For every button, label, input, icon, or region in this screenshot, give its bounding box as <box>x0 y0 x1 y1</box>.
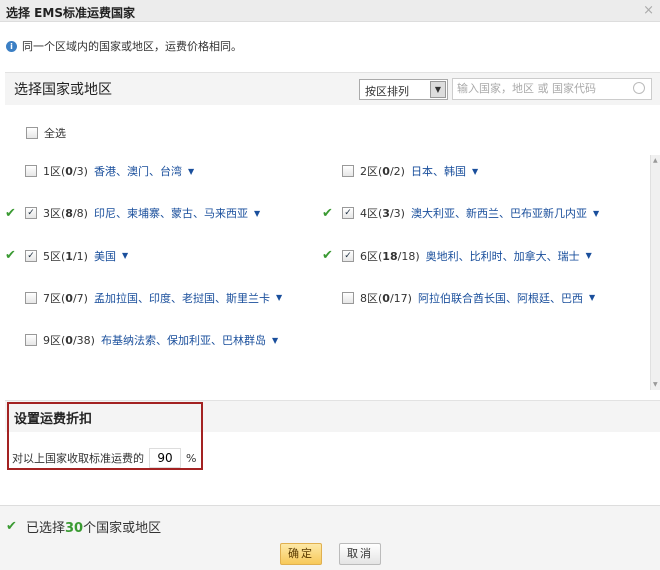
discount-unit: % <box>186 451 197 465</box>
caret-down-icon[interactable]: ▼ <box>472 167 478 176</box>
zone-label: 9区(0/38) <box>43 334 95 348</box>
check-icon: ✔ <box>5 248 16 264</box>
zone-countries-link[interactable]: 阿拉伯联合酋长国、阿根廷、巴西 <box>418 290 583 306</box>
zone-item: 1区(0/3) 香港、澳门、台湾 ▼ <box>5 163 194 179</box>
caret-down-icon[interactable]: ▼ <box>272 336 278 345</box>
zone-checkbox[interactable]: ✓ <box>342 249 354 262</box>
zone-label: 7区(0/7) <box>43 291 88 305</box>
zone-checkbox[interactable] <box>25 334 37 347</box>
caret-down-icon[interactable]: ▼ <box>122 251 128 260</box>
zone-countries-link[interactable]: 香港、澳门、台湾 <box>94 163 182 179</box>
zone-countries-link[interactable]: 澳大利亚、新西兰、巴布亚新几内亚 <box>411 205 587 221</box>
zone-label: 5区(1/1) <box>43 249 88 263</box>
select-all-label: 全选 <box>44 127 66 140</box>
info-text: 同一个区域内的国家或地区，运费价格相同。 <box>22 40 242 53</box>
section-title: 选择国家或地区 <box>14 82 112 98</box>
caret-down-icon[interactable]: ▼ <box>276 293 282 302</box>
scroll-down-icon[interactable]: ▼ <box>653 381 658 388</box>
zone-countries-link[interactable]: 布基纳法索、保加利亚、巴林群岛 <box>101 332 266 348</box>
zone-checkbox[interactable] <box>342 165 354 177</box>
zone-label: 6区(18/18) <box>360 249 420 263</box>
info-icon: i <box>6 40 17 52</box>
zone-item: 8区(0/17) 阿拉伯联合酋长国、阿根廷、巴西 ▼ <box>322 290 595 306</box>
caret-down-icon[interactable]: ▼ <box>586 251 592 260</box>
zone-item: ✔ ✓ 5区(1/1) 美国 ▼ <box>5 248 128 264</box>
caret-down-icon[interactable]: ▼ <box>593 209 599 218</box>
confirm-button[interactable]: 确定 <box>280 543 322 565</box>
cancel-button[interactable]: 取消 <box>339 543 381 565</box>
zone-label: 2区(0/2) <box>360 165 405 178</box>
zone-checkbox[interactable]: ✓ <box>25 249 37 262</box>
caret-down-icon[interactable]: ▼ <box>188 167 194 176</box>
summary-count: 30 <box>65 521 84 536</box>
selected-summary: ✔ 已选择30个国家或地区 <box>6 517 161 536</box>
discount-row: 对以上国家收取标准运费的 % <box>12 448 196 468</box>
check-icon: ✔ <box>5 205 16 221</box>
sort-select[interactable]: 按区排列 ▼ <box>359 79 448 100</box>
search-box[interactable] <box>452 78 652 100</box>
scrollbar[interactable]: ▲ ▼ <box>650 155 660 390</box>
zone-item: ✔ ✓ 6区(18/18) 奥地利、比利时、加拿大、瑞士 ▼ <box>322 248 592 264</box>
zone-checkbox[interactable]: ✓ <box>342 207 354 220</box>
discount-label: 对以上国家收取标准运费的 <box>12 452 144 465</box>
dialog-title: 选择 EMS标准运费国家 <box>6 6 135 20</box>
zone-label: 4区(3/3) <box>360 207 405 221</box>
check-icon: ✔ <box>6 519 17 534</box>
caret-down-icon[interactable]: ▼ <box>589 293 595 302</box>
discount-input[interactable] <box>149 448 181 468</box>
zone-item: ✔ ✓ 4区(3/3) 澳大利亚、新西兰、巴布亚新几内亚 ▼ <box>322 205 599 221</box>
info-note: i 同一个区域内的国家或地区，运费价格相同。 <box>6 38 242 54</box>
zone-checkbox[interactable] <box>25 165 37 177</box>
zone-item: 7区(0/7) 孟加拉国、印度、老挝国、斯里兰卡 ▼ <box>5 290 282 306</box>
summary-prefix: 已选择 <box>26 521 66 536</box>
check-icon: ✔ <box>322 248 333 264</box>
zone-checkbox[interactable] <box>25 291 37 304</box>
scroll-up-icon[interactable]: ▲ <box>653 157 658 164</box>
chevron-down-icon[interactable]: ▼ <box>430 81 446 98</box>
zone-countries-link[interactable]: 日本、韩国 <box>411 163 466 179</box>
zone-countries-link[interactable]: 美国 <box>94 248 116 264</box>
discount-title: 设置运费折扣 <box>14 412 93 427</box>
zone-countries-link[interactable]: 孟加拉国、印度、老挝国、斯里兰卡 <box>94 290 270 306</box>
zone-item: ✔ ✓ 3区(8/8) 印尼、柬埔寨、蒙古、马来西亚 ▼ <box>5 205 260 221</box>
check-icon: ✔ <box>322 205 333 221</box>
zone-countries-link[interactable]: 奥地利、比利时、加拿大、瑞士 <box>426 248 580 264</box>
zone-label: 8区(0/17) <box>360 291 412 305</box>
search-input[interactable] <box>457 82 627 95</box>
zone-item: 2区(0/2) 日本、韩国 ▼ <box>322 163 478 179</box>
zone-item: 9区(0/38) 布基纳法索、保加利亚、巴林群岛 ▼ <box>5 332 278 348</box>
dialog-footer <box>0 505 660 570</box>
select-all[interactable]: 全选 <box>26 125 66 141</box>
search-icon[interactable] <box>633 82 645 94</box>
select-all-checkbox[interactable] <box>26 127 38 139</box>
sort-value: 按区排列 <box>365 85 409 98</box>
zone-countries-link[interactable]: 印尼、柬埔寨、蒙古、马来西亚 <box>94 205 248 221</box>
summary-suffix: 个国家或地区 <box>83 521 162 536</box>
zone-checkbox[interactable]: ✓ <box>25 207 37 220</box>
close-icon[interactable]: × <box>643 3 654 18</box>
zone-checkbox[interactable] <box>342 291 354 304</box>
caret-down-icon[interactable]: ▼ <box>254 209 260 218</box>
zone-label: 1区(0/3) <box>43 165 88 178</box>
zone-label: 3区(8/8) <box>43 207 88 221</box>
